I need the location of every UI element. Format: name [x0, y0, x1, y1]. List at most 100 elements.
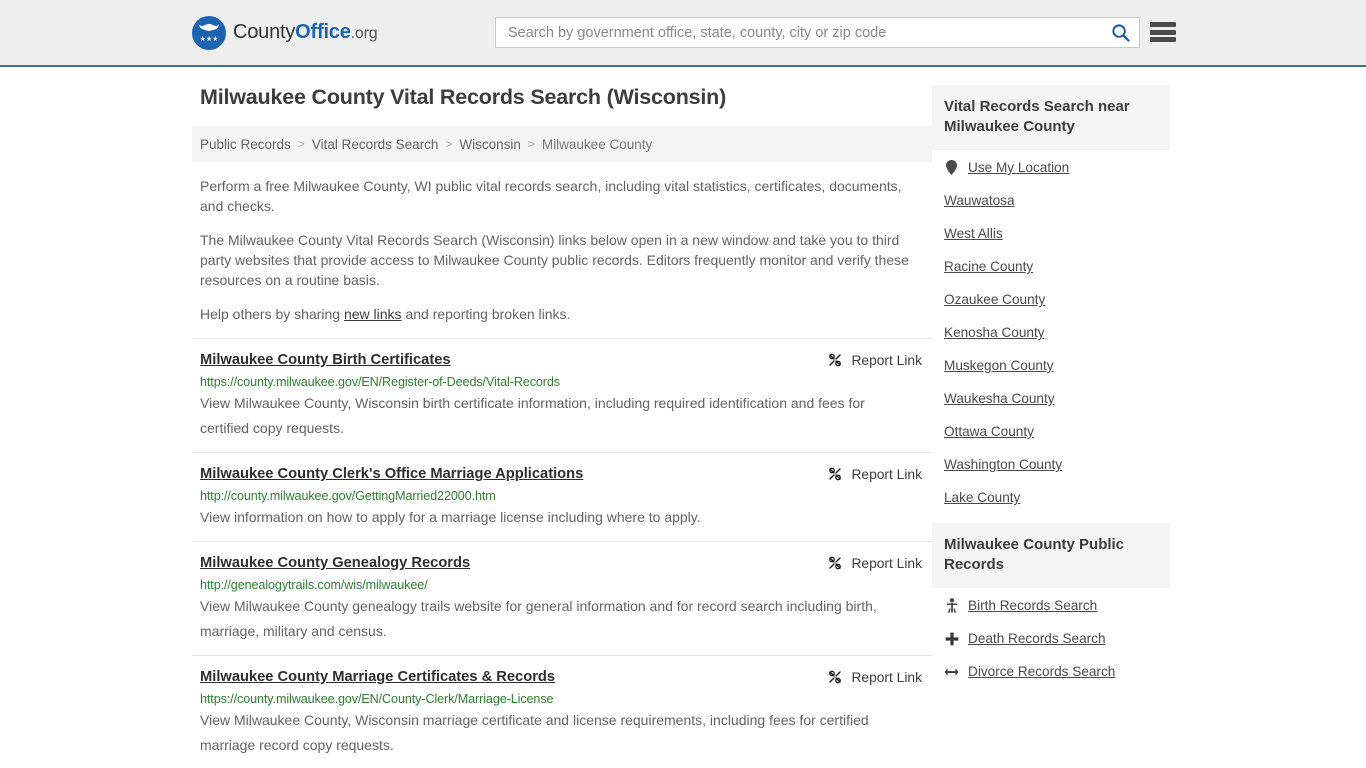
report-link-label: Report Link: [851, 555, 922, 571]
panel-title: Milwaukee County Public Records: [932, 523, 1170, 588]
logo-bold: Office: [295, 21, 351, 43]
hamburger-bar: [1150, 22, 1176, 27]
sidebar-link-label[interactable]: Birth Records Search: [968, 598, 1097, 613]
breadcrumb-item-vital-records-search[interactable]: Vital Records Search: [312, 137, 439, 152]
sidebar-item-death-records-search[interactable]: Death Records Search: [944, 631, 1170, 646]
sidebar-item-lake-county[interactable]: Lake County: [944, 490, 1170, 505]
sidebar-link-label[interactable]: Waukesha County: [944, 391, 1055, 406]
result-description: View Milwaukee County, Wisconsin marriag…: [200, 712, 869, 753]
intro-paragraph-3: Help others by sharing new links and rep…: [200, 304, 924, 324]
sidebar-link-label[interactable]: Lake County: [944, 490, 1020, 505]
sidebar-link-label[interactable]: Muskegon County: [944, 358, 1054, 373]
result-description: View Milwaukee County, Wisconsin birth c…: [200, 395, 865, 436]
sidebar-link-label[interactable]: Ozaukee County: [944, 292, 1045, 307]
sidebar-item-kenosha-county[interactable]: Kenosha County: [944, 325, 1170, 340]
report-link-label: Report Link: [851, 669, 922, 685]
breadcrumb-separator: >: [297, 137, 305, 151]
divorce-split-icon: [944, 667, 959, 677]
sidebar-link-label[interactable]: Washington County: [944, 457, 1062, 472]
site-header: ★★★ CountyOffice.org: [0, 0, 1366, 67]
breadcrumb-separator: >: [527, 137, 535, 151]
breadcrumb-item-public-records[interactable]: Public Records: [200, 137, 291, 152]
report-link-label: Report Link: [851, 352, 922, 368]
breadcrumb: Public Records > Vital Records Search > …: [192, 126, 932, 162]
new-links-link[interactable]: new links: [344, 306, 402, 322]
stars-icon: ★★★: [199, 36, 219, 43]
report-link-button[interactable]: Report Link: [827, 555, 922, 571]
search-icon: [1111, 24, 1130, 42]
result-title-link[interactable]: Milwaukee County Clerk's Office Marriage…: [200, 466, 583, 482]
breadcrumb-item-wisconsin[interactable]: Wisconsin: [459, 137, 521, 152]
sidebar-link-label[interactable]: Divorce Records Search: [968, 664, 1115, 679]
report-link-label: Report Link: [851, 466, 922, 482]
broken-link-icon: [829, 353, 842, 367]
nearby-list: Use My Location Wauwatosa West Allis Rac…: [932, 150, 1170, 505]
sidebar-link-label[interactable]: Ottawa County: [944, 424, 1034, 439]
cross-icon: [944, 632, 959, 646]
sidebar-item-ottawa-county[interactable]: Ottawa County: [944, 424, 1170, 439]
logo-suffix: .org: [350, 25, 378, 42]
result-url[interactable]: https://county.milwaukee.gov/EN/Register…: [200, 375, 924, 389]
public-records-panel: Milwaukee County Public Records Birth Re…: [932, 523, 1170, 679]
hamburger-bar: [1150, 29, 1176, 35]
intro-text-after: and reporting broken links.: [401, 306, 571, 322]
sidebar-item-ozaukee-county[interactable]: Ozaukee County: [944, 292, 1170, 307]
logo-wordmark: CountyOffice.org: [233, 21, 378, 44]
result-description: View Milwaukee County genealogy trails w…: [200, 598, 877, 639]
nearby-vital-records-panel: Vital Records Search near Milwaukee Coun…: [932, 85, 1170, 505]
baby-icon: [944, 598, 959, 613]
sidebar-link-label[interactable]: Death Records Search: [968, 631, 1106, 646]
sidebar-link-label[interactable]: Wauwatosa: [944, 193, 1015, 208]
search-button[interactable]: [1101, 18, 1139, 47]
sidebar-item-racine-county[interactable]: Racine County: [944, 259, 1170, 274]
page-body: Milwaukee County Vital Records Search (W…: [0, 67, 1366, 768]
sidebar-item-birth-records-search[interactable]: Birth Records Search: [944, 598, 1170, 613]
panel-title: Vital Records Search near Milwaukee Coun…: [932, 85, 1170, 150]
sidebar-link-label[interactable]: Kenosha County: [944, 325, 1045, 340]
hamburger-bar: [1150, 37, 1176, 42]
sidebar-link-label[interactable]: Use My Location: [968, 160, 1069, 175]
broken-link-icon: [829, 670, 842, 684]
search-input[interactable]: [496, 24, 1101, 41]
result-title-link[interactable]: Milwaukee County Genealogy Records: [200, 555, 470, 571]
page-title: Milwaukee County Vital Records Search (W…: [200, 85, 727, 109]
sidebar-item-use-my-location[interactable]: Use My Location: [944, 160, 1170, 175]
result-url[interactable]: https://county.milwaukee.gov/EN/County-C…: [200, 692, 924, 706]
eagle-badge-icon: ★★★: [192, 15, 226, 50]
report-link-button[interactable]: Report Link: [827, 352, 922, 368]
intro-paragraph-2: The Milwaukee County Vital Records Searc…: [200, 232, 909, 288]
report-link-button[interactable]: Report Link: [827, 466, 922, 482]
logo-prefix: County: [233, 21, 296, 43]
hamburger-menu-icon[interactable]: [1150, 20, 1176, 44]
sidebar: Vital Records Search near Milwaukee Coun…: [932, 85, 1170, 768]
sidebar-item-muskegon-county[interactable]: Muskegon County: [944, 358, 1170, 373]
sidebar-item-divorce-records-search[interactable]: Divorce Records Search: [944, 664, 1170, 679]
sidebar-link-label[interactable]: West Allis: [944, 226, 1003, 241]
site-logo[interactable]: ★★★ CountyOffice.org: [192, 15, 378, 50]
sidebar-item-west-allis[interactable]: West Allis: [944, 226, 1170, 241]
result-item: Milwaukee County Birth Certificates Repo…: [192, 338, 932, 452]
results-list: Milwaukee County Birth Certificates Repo…: [192, 338, 932, 768]
sidebar-item-waukesha-county[interactable]: Waukesha County: [944, 391, 1170, 406]
result-title-link[interactable]: Milwaukee County Birth Certificates: [200, 352, 451, 368]
breadcrumb-item-milwaukee-county: Milwaukee County: [541, 136, 653, 152]
result-item: Milwaukee County Marriage Certificates &…: [192, 655, 932, 768]
search-bar[interactable]: [495, 17, 1140, 48]
broken-link-icon: [829, 467, 842, 481]
eagle-icon: [199, 23, 219, 31]
intro-section: Perform a free Milwaukee County, WI publ…: [192, 176, 932, 324]
sidebar-item-wauwatosa[interactable]: Wauwatosa: [944, 193, 1170, 208]
result-description: View information on how to apply for a m…: [200, 509, 701, 525]
map-pin-icon: [944, 160, 959, 175]
result-item: Milwaukee County Clerk's Office Marriage…: [192, 452, 932, 541]
intro-text-before: Help others by sharing: [200, 306, 344, 322]
sidebar-item-washington-county[interactable]: Washington County: [944, 457, 1170, 472]
result-title-link[interactable]: Milwaukee County Marriage Certificates &…: [200, 669, 555, 685]
main-content: Milwaukee County Vital Records Search (W…: [192, 85, 932, 768]
report-link-button[interactable]: Report Link: [827, 669, 922, 685]
result-url[interactable]: http://genealogytrails.com/wis/milwaukee…: [200, 578, 924, 592]
sidebar-link-label[interactable]: Racine County: [944, 259, 1033, 274]
intro-paragraph-1: Perform a free Milwaukee County, WI publ…: [200, 178, 902, 214]
breadcrumb-separator: >: [445, 137, 453, 151]
result-url[interactable]: http://county.milwaukee.gov/GettingMarri…: [200, 489, 924, 503]
